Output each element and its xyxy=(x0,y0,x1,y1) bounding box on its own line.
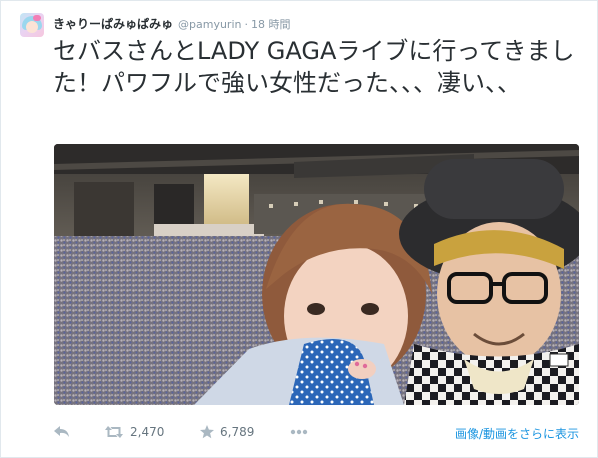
favorite-count: 6,789 xyxy=(220,425,255,439)
tweet-card: きゃりーぱみゅぱみゅ @pamyurin · 18 時間 セバスさんとLADY … xyxy=(0,0,598,458)
meta-separator: · xyxy=(244,18,249,31)
tweet-text: セバスさんとLADY GAGAライブに行ってきました！パワフルで強い女性だった、… xyxy=(53,37,575,97)
retweet-count: 2,470 xyxy=(130,425,165,439)
retweet-button[interactable]: 2,470 xyxy=(104,425,200,439)
user-handle[interactable]: @pamyurin xyxy=(178,18,241,31)
reply-button[interactable] xyxy=(54,426,104,438)
display-name[interactable]: きゃりーぱみゅぱみゅ xyxy=(53,15,173,32)
avatar-face xyxy=(26,21,38,33)
tweet-actions: 2,470 6,789 xyxy=(54,425,308,439)
user-avatar[interactable] xyxy=(20,13,44,37)
view-more-media-link[interactable]: 画像/動画をさらに表示 xyxy=(455,425,579,442)
concert-selfie-photo xyxy=(54,144,579,405)
reply-icon xyxy=(54,426,69,437)
avatar-bow xyxy=(33,15,41,21)
more-button[interactable] xyxy=(290,429,308,435)
tweet-photo[interactable] xyxy=(54,144,579,405)
retweet-icon xyxy=(105,426,123,438)
tweet-timestamp[interactable]: 18 時間 xyxy=(251,16,291,32)
more-icon xyxy=(290,429,308,435)
favorite-button[interactable]: 6,789 xyxy=(200,425,290,439)
star-icon xyxy=(200,425,214,439)
tweet-header: きゃりーぱみゅぱみゅ @pamyurin · 18 時間 xyxy=(53,15,291,32)
